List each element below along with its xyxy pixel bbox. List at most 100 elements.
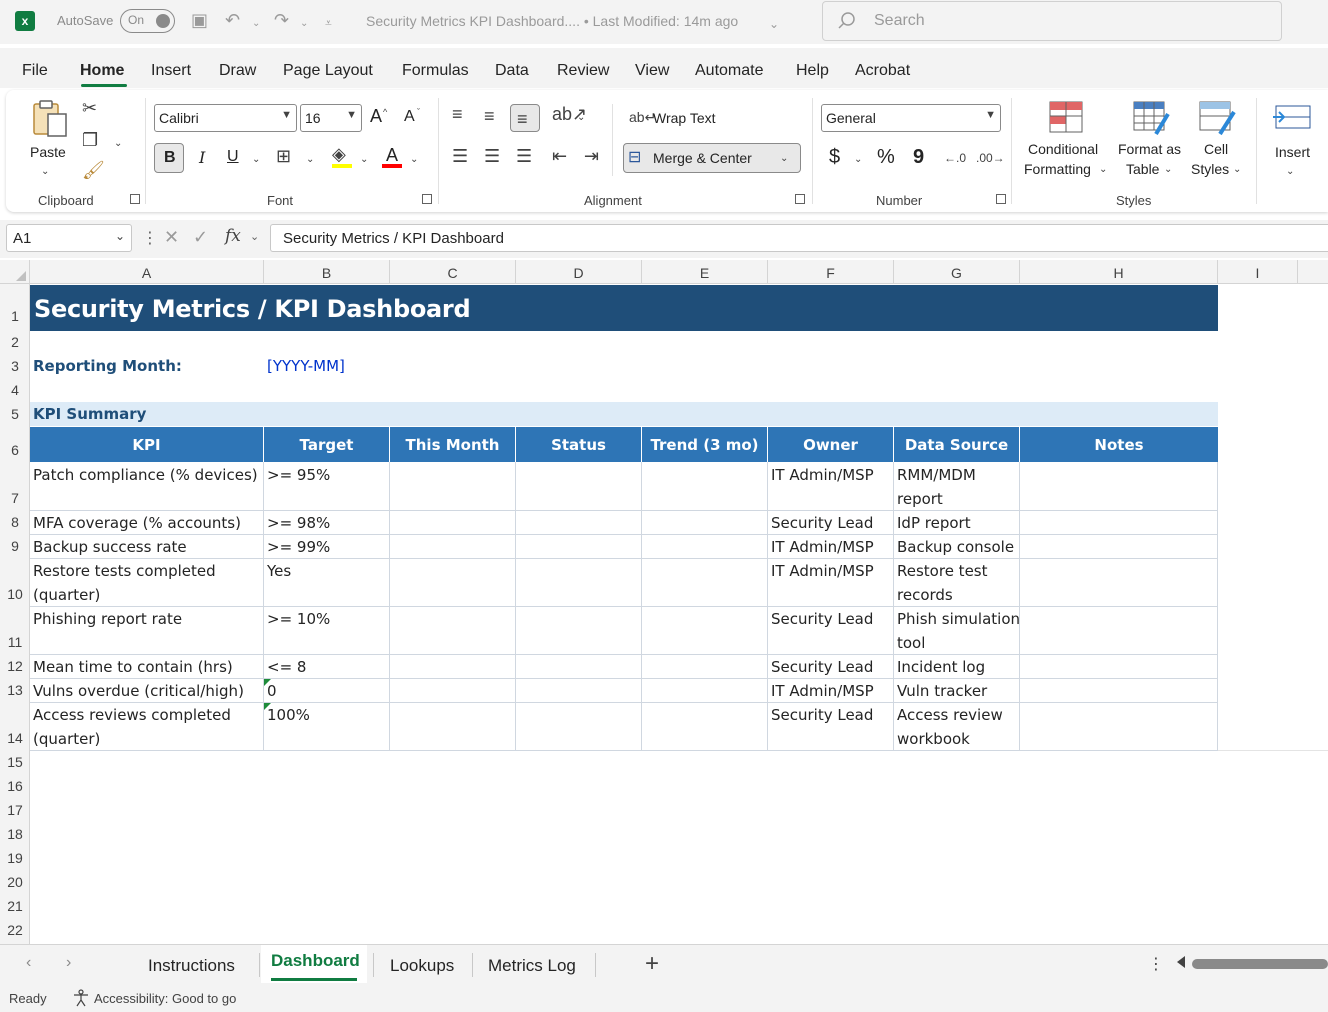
row-header[interactable]: 9 xyxy=(0,538,30,554)
insert-cells-icon[interactable] xyxy=(1272,102,1312,132)
table-cell-target[interactable]: 100% xyxy=(264,703,310,727)
borders-icon[interactable]: ⊞ xyxy=(276,146,291,166)
table-cell-owner[interactable]: Security Lead xyxy=(768,607,873,631)
sheet-tab-dashboard[interactable]: Dashboard xyxy=(271,951,360,971)
grow-font-button[interactable]: A xyxy=(370,106,382,127)
shrink-font-button[interactable]: A xyxy=(404,108,415,126)
font-color-button[interactable]: A xyxy=(386,145,398,166)
table-cell-kpi[interactable]: Vulns overdue (critical/high) xyxy=(30,679,244,703)
decrease-decimal-icon[interactable]: .00→ xyxy=(976,148,1005,168)
sheet-title[interactable]: Security Metrics / KPI Dashboard xyxy=(34,295,471,323)
align-center-icon[interactable]: ☰ xyxy=(484,146,500,166)
row-header[interactable]: 21 xyxy=(0,898,30,914)
table-cell-source[interactable]: Vuln tracker xyxy=(894,679,987,703)
underline-dropdown-icon[interactable]: ⌄ xyxy=(252,150,260,170)
tab-insert[interactable]: Insert xyxy=(151,62,191,80)
wrap-text-button[interactable]: Wrap Text xyxy=(653,110,716,126)
underline-button[interactable]: U xyxy=(227,148,239,166)
cell-styles-label-1[interactable]: Cell xyxy=(1204,141,1228,157)
tab-file[interactable]: File xyxy=(22,62,48,80)
undo-dropdown-icon[interactable]: ⌄ xyxy=(252,14,260,34)
save-icon[interactable]: ▣ xyxy=(191,10,208,30)
column-header-b[interactable]: B xyxy=(264,260,390,284)
column-header-e[interactable]: E xyxy=(642,260,768,284)
increase-indent-icon[interactable]: ⇥ xyxy=(584,146,599,166)
row-header[interactable]: 12 xyxy=(0,658,30,674)
paste-label[interactable]: Paste xyxy=(30,144,66,160)
table-cell-kpi[interactable]: Backup success rate xyxy=(30,535,187,559)
header-this-month[interactable]: This Month xyxy=(390,427,516,462)
row-header[interactable]: 8 xyxy=(0,514,30,530)
formula-input[interactable]: Security Metrics / KPI Dashboard xyxy=(270,224,1328,252)
more-options-icon[interactable]: ⋮ xyxy=(1148,954,1164,974)
table-cell-owner[interactable]: IT Admin/MSP xyxy=(768,535,874,559)
cell-styles-icon[interactable] xyxy=(1198,100,1236,136)
row-header[interactable]: 17 xyxy=(0,802,30,818)
conditional-formatting-label-1[interactable]: Conditional xyxy=(1028,141,1098,157)
insert-function-icon[interactable]: fx xyxy=(225,226,241,246)
accessibility-icon[interactable] xyxy=(72,989,90,1007)
row-header[interactable]: 6 xyxy=(0,442,30,458)
tab-formulas[interactable]: Formulas xyxy=(402,62,469,80)
sheet-tab-metrics-log[interactable]: Metrics Log xyxy=(488,956,576,976)
horizontal-scrollbar[interactable] xyxy=(1192,959,1328,969)
column-header-i[interactable]: I xyxy=(1218,260,1298,284)
bold-button[interactable]: B xyxy=(154,143,184,173)
paste-dropdown-icon[interactable]: ⌄ xyxy=(41,162,49,182)
title-dropdown-icon[interactable]: ⌄ xyxy=(769,14,779,34)
redo-dropdown-icon[interactable]: ⌄ xyxy=(300,14,308,34)
table-cell-source[interactable]: Incident log xyxy=(894,655,985,679)
tab-review[interactable]: Review xyxy=(557,62,609,80)
conditional-formatting-icon[interactable] xyxy=(1048,100,1084,134)
accessibility-status[interactable]: Accessibility: Good to go xyxy=(94,991,236,1006)
undo-icon[interactable]: ↶ xyxy=(225,10,240,30)
cut-icon[interactable]: ✂ xyxy=(82,98,97,118)
name-box[interactable]: A1 ⌄ xyxy=(6,224,132,252)
header-data-source[interactable]: Data Source xyxy=(894,427,1020,462)
more-options-icon[interactable]: ⋮ xyxy=(142,228,158,248)
table-cell-kpi[interactable]: Phishing report rate xyxy=(30,607,182,631)
reporting-month-value[interactable]: [YYYY-MM] xyxy=(267,357,345,375)
table-cell-target[interactable]: >= 95% xyxy=(264,463,330,487)
tab-home[interactable]: Home xyxy=(80,62,124,80)
row-header[interactable]: 18 xyxy=(0,826,30,842)
insert-dropdown-icon[interactable]: ⌄ xyxy=(1286,162,1294,182)
column-header-f[interactable]: F xyxy=(768,260,894,284)
row-header[interactable]: 3 xyxy=(0,358,30,374)
fill-color-icon[interactable]: ◈ xyxy=(332,144,346,164)
row-header[interactable]: 22 xyxy=(0,922,30,938)
select-all-button[interactable] xyxy=(0,260,30,284)
row-header[interactable]: 15 xyxy=(0,754,30,770)
chevron-left-icon[interactable]: ‹ xyxy=(26,954,31,972)
table-cell-source[interactable]: Backup console xyxy=(894,535,1014,559)
copy-icon[interactable]: ❐ xyxy=(82,130,98,150)
row-header[interactable]: 1 xyxy=(0,308,30,324)
table-cell-target[interactable]: >= 98% xyxy=(264,511,330,535)
alignment-launcher-icon[interactable] xyxy=(795,194,805,204)
tab-draw[interactable]: Draw xyxy=(219,62,256,80)
redo-icon[interactable]: ↷ xyxy=(274,10,289,30)
format-table-dropdown-icon[interactable]: ⌄ xyxy=(1164,160,1172,180)
row-header[interactable]: 14 xyxy=(0,730,30,746)
table-cell-owner[interactable]: IT Admin/MSP xyxy=(768,679,874,703)
sheet-tab-instructions[interactable]: Instructions xyxy=(148,956,235,976)
bottom-align-button[interactable]: ≡ xyxy=(510,104,540,132)
row-header[interactable]: 20 xyxy=(0,874,30,890)
middle-align-icon[interactable]: ≡ xyxy=(484,106,495,126)
fx-dropdown-icon[interactable]: ⌄ xyxy=(250,230,259,243)
tab-data[interactable]: Data xyxy=(495,62,529,80)
clipboard-launcher-icon[interactable] xyxy=(130,194,140,204)
table-cell-source-line2[interactable]: report xyxy=(894,487,943,511)
number-launcher-icon[interactable] xyxy=(996,194,1006,204)
number-format-select[interactable]: General ▼ xyxy=(821,104,1001,132)
column-header-a[interactable]: A xyxy=(30,260,264,284)
table-cell-source[interactable]: RMM/MDM xyxy=(894,463,976,487)
enter-icon[interactable]: ✓ xyxy=(193,227,208,248)
table-cell-source-line2[interactable]: tool xyxy=(894,631,925,655)
decrease-indent-icon[interactable]: ⇤ xyxy=(552,146,567,166)
table-cell-kpi-line2[interactable]: (quarter) xyxy=(30,727,100,751)
column-header-c[interactable]: C xyxy=(390,260,516,284)
row-header[interactable]: 10 xyxy=(0,586,30,602)
merge-center-button[interactable]: ⊟ Merge & Center ⌄ xyxy=(623,143,801,173)
table-cell-owner[interactable]: IT Admin/MSP xyxy=(768,559,874,583)
